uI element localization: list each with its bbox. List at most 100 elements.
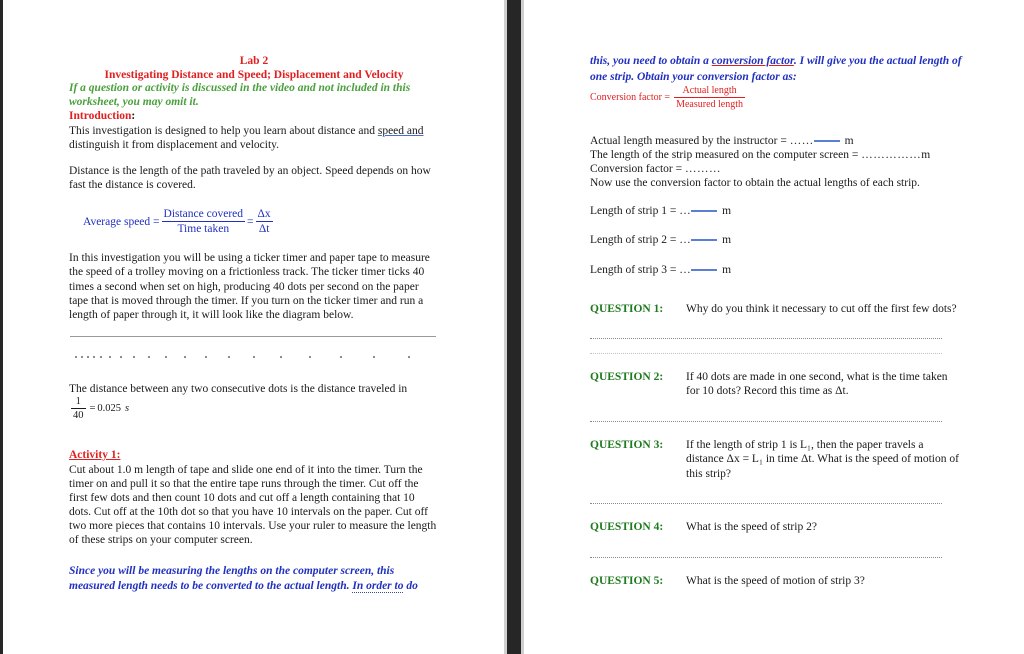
- document-viewer: Lab 2 Investigating Distance and Speed; …: [0, 0, 1024, 654]
- tape-dot: [120, 355, 122, 358]
- conversion-note-continued: this, you need to obtain a conversion fa…: [590, 54, 962, 85]
- question-row: QUESTION 1: Why do you think it necessary…: [590, 302, 962, 316]
- interval-fraction: 1 40: [71, 396, 86, 421]
- field-fill-dots: ……………: [861, 149, 922, 162]
- question-label: QUESTION 5:: [590, 574, 664, 587]
- page-gutter: [507, 0, 521, 654]
- conversion-denominator: Measured length: [676, 99, 744, 110]
- page-right: this, you need to obtain a conversion fa…: [524, 0, 1024, 654]
- conversion-factor-link[interactable]: conversion factor: [712, 55, 794, 67]
- intro-paragraph: This investigation is designed to help y…: [69, 124, 439, 152]
- activity-1-heading: Activity 1:: [69, 448, 121, 461]
- interval-numerator: 1: [75, 395, 81, 407]
- interval-value: 0.025: [97, 402, 122, 414]
- tape-dot: [165, 355, 167, 358]
- average-speed-fraction-1: Distance covered Time taken: [161, 208, 246, 236]
- strip-fill-dots: …: [679, 263, 692, 276]
- conversion-numerator: Actual length: [682, 85, 737, 96]
- interval-time-formula: 1 40 = 0.025 s: [69, 396, 439, 421]
- tape-dot: [133, 355, 135, 358]
- strip-unit: m: [719, 234, 732, 247]
- activity-heading-wrap: Activity 1:: [69, 445, 439, 463]
- fraction-bar: [255, 221, 273, 223]
- document-title: Lab 2: [239, 55, 269, 67]
- fraction-bar: [161, 221, 246, 223]
- measured-length-field[interactable]: The length of the strip measured on the …: [590, 148, 962, 162]
- strip-label: Length of strip 1 =: [590, 205, 680, 218]
- tape-dot: [340, 355, 342, 358]
- strip-blank-underline[interactable]: [691, 239, 718, 242]
- average-speed-numerator: Distance covered: [163, 208, 244, 221]
- strip-length-field-list: Length of strip 1 = … m Length of strip 2…: [590, 204, 962, 276]
- intro-paragraph-part-b: distinguish it from displacement and vel…: [69, 139, 280, 152]
- strip-fill-dots: …: [679, 205, 692, 218]
- tape-edge-line: [70, 335, 436, 337]
- ticker-tape-diagram: [70, 334, 438, 368]
- tape-dot: [309, 355, 311, 358]
- introduction-heading: Introduction:: [69, 109, 439, 124]
- conversion-note-part-a: Since you will be measuring the lengths …: [69, 564, 395, 593]
- page-left: Lab 2 Investigating Distance and Speed; …: [3, 0, 504, 654]
- question-label: QUESTION 4:: [590, 521, 664, 534]
- strip-fill-dots: …: [679, 234, 692, 247]
- question-row: QUESTION 5: What is the speed of motion o…: [590, 574, 962, 588]
- question-row: QUESTION 3: If the length of strip 1 is L…: [590, 438, 962, 481]
- average-speed-equals: =: [247, 215, 254, 228]
- average-speed-fraction-2: Δx Δt: [255, 208, 273, 236]
- tape-dot: [228, 355, 230, 358]
- introduction-heading-colon: :: [131, 110, 136, 122]
- interval-equals: =: [89, 402, 96, 414]
- average-speed-formula: Average speed = Distance covered Time ta…: [83, 208, 439, 235]
- delta-t-denominator: Δt: [258, 223, 270, 236]
- tape-dot: [373, 355, 375, 358]
- delta-x-numerator: Δx: [257, 208, 271, 221]
- actual-length-field[interactable]: Actual length measured by the instructor…: [590, 134, 962, 148]
- fraction-bar: [71, 407, 86, 409]
- speed-and-link[interactable]: speed and: [378, 125, 424, 137]
- ticker-timer-paragraph: In this investigation you will be using …: [69, 252, 430, 321]
- average-speed-formula-label: Average speed =: [83, 215, 160, 228]
- video-omit-note: If a question or activity is discussed i…: [69, 82, 411, 108]
- document-subtitle: Investigating Distance and Speed; Displa…: [104, 69, 404, 81]
- strip-unit: m: [719, 205, 732, 218]
- strip-blank-underline[interactable]: [691, 210, 718, 213]
- in-order-to-underlined: In order to: [352, 580, 404, 593]
- question-text: What is the speed of motion of strip 3?: [686, 574, 865, 587]
- question-text: What is the speed of strip 2?: [686, 521, 817, 534]
- intro-paragraph-part-a: This investigation is designed to help y…: [69, 125, 378, 137]
- field-blank-underline[interactable]: [813, 140, 840, 142]
- tape-dot: [93, 355, 95, 358]
- strip-unit: m: [719, 263, 732, 276]
- strip-2-length-field[interactable]: Length of strip 2 = … m: [590, 233, 962, 247]
- strip-blank-underline[interactable]: [691, 268, 718, 271]
- tape-dot: [87, 355, 89, 358]
- question-label: QUESTION 2:: [590, 371, 664, 384]
- strip-1-length-field[interactable]: Length of strip 1 = … m: [590, 204, 962, 218]
- question-text: If 40 dots are made in one second, what …: [686, 371, 948, 398]
- conversion-factor-field[interactable]: Conversion factor = ………: [590, 162, 962, 176]
- now-use-conversion-text: Now use the conversion factor to obtain …: [590, 177, 920, 190]
- tape-dot: [253, 355, 255, 358]
- conversion-factor-formula-label: Conversion factor =: [590, 92, 671, 103]
- interval-paragraph: The distance between any two consecutive…: [69, 382, 408, 395]
- tape-dot: [184, 355, 186, 358]
- tape-dot: [109, 355, 111, 358]
- tape-dot: [205, 355, 207, 358]
- strip-label: Length of strip 3 =: [590, 263, 680, 276]
- field-label: Actual length measured by the instructor…: [590, 135, 790, 147]
- tape-dot: [75, 355, 77, 358]
- question-text: If the length of strip 1 is L₁, then the…: [686, 438, 959, 480]
- strip-3-length-field[interactable]: Length of strip 3 = … m: [590, 263, 962, 277]
- question-label: QUESTION 3:: [590, 438, 664, 451]
- tape-dot: [408, 355, 410, 358]
- conversion-note-paragraph: Since you will be measuring the lengths …: [69, 564, 439, 595]
- conversion-note-part-b: do: [403, 580, 418, 592]
- question-list: QUESTION 1: Why do you think it necessary…: [590, 302, 962, 588]
- question-label: QUESTION 1:: [590, 302, 664, 315]
- tape-dot: [148, 355, 150, 358]
- field-unit: m: [921, 149, 931, 162]
- field-label: The length of the strip measured on the …: [590, 149, 862, 162]
- tape-dot: [100, 355, 102, 358]
- field-unit: m: [841, 135, 854, 147]
- average-speed-denominator: Time taken: [177, 223, 230, 236]
